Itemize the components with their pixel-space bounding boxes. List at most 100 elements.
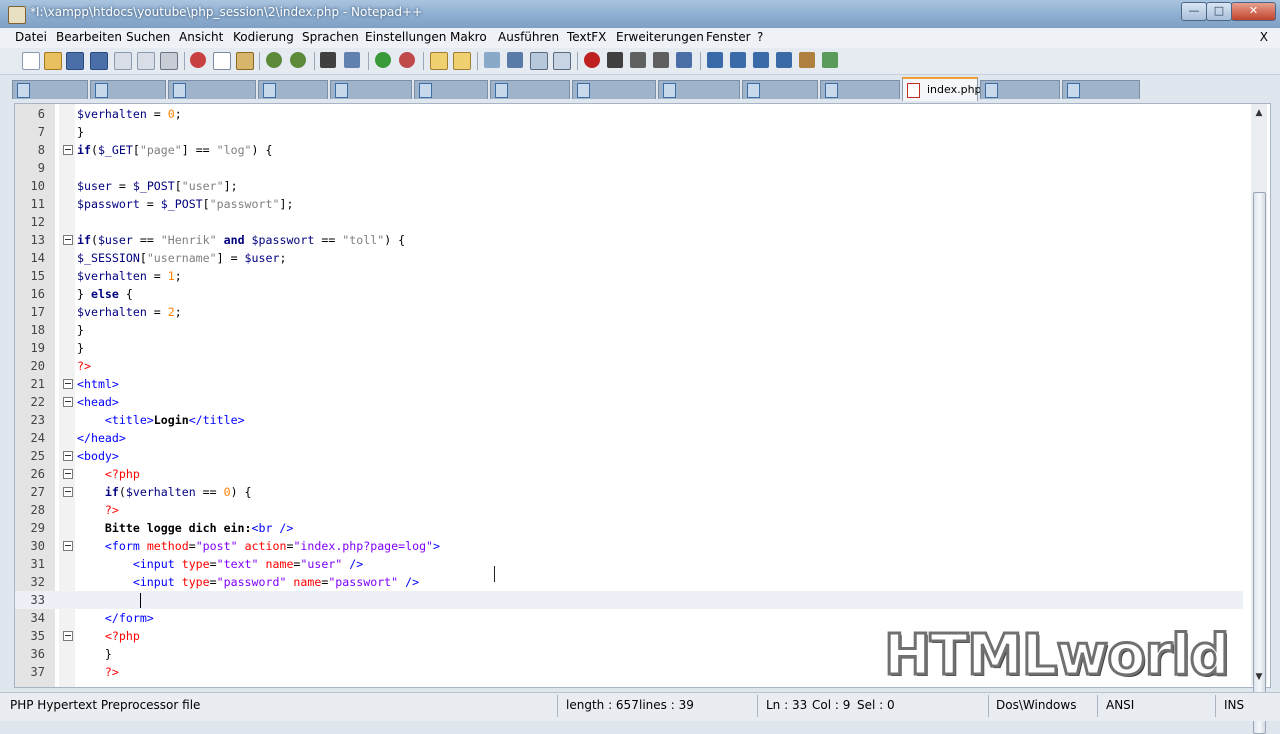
- code-text[interactable]: <input type="password" name="passwort" /…: [77, 573, 419, 591]
- code-line[interactable]: 8 if($_GET["page"] == "log") {: [15, 141, 1243, 159]
- fold-toggle-icon[interactable]: [63, 145, 73, 155]
- tab-index-php[interactable]: index.php: [902, 77, 982, 101]
- code-text[interactable]: }: [77, 645, 112, 663]
- code-text[interactable]: <body>: [77, 447, 119, 465]
- code-text[interactable]: <head>: [77, 393, 119, 411]
- menu-ansicht[interactable]: Ansicht: [179, 30, 223, 44]
- record-macro-icon[interactable]: [584, 52, 600, 68]
- save-icon[interactable]: [66, 52, 84, 70]
- code-text[interactable]: }: [77, 339, 84, 357]
- fold-toggle-icon[interactable]: [63, 541, 73, 551]
- fold-toggle-icon[interactable]: [63, 397, 73, 407]
- menu-fenster[interactable]: Fenster: [706, 30, 751, 44]
- close-all-icon[interactable]: [137, 52, 155, 70]
- code-line[interactable]: 21 <html>: [15, 375, 1243, 393]
- code-line[interactable]: 13 if($user == "Henrik" and $passwort == …: [15, 231, 1243, 249]
- document-tab[interactable]: [414, 80, 488, 99]
- close-window-button[interactable]: ✕: [1231, 2, 1276, 21]
- code-text[interactable]: <?php: [77, 465, 140, 483]
- textfx-icon-2[interactable]: [730, 52, 746, 68]
- code-text[interactable]: }: [77, 321, 84, 339]
- code-text[interactable]: ?>: [77, 663, 119, 681]
- open-file-icon[interactable]: [44, 52, 62, 70]
- code-line[interactable]: 30 <form method="post" action="index.php…: [15, 537, 1243, 555]
- code-line[interactable]: 19}: [15, 339, 1243, 357]
- save-macro-icon[interactable]: [676, 52, 692, 68]
- code-line[interactable]: 17 $verhalten = 2;: [15, 303, 1243, 321]
- code-text[interactable]: $verhalten = 0;: [77, 105, 182, 123]
- document-tab[interactable]: [658, 80, 740, 99]
- code-line[interactable]: 9: [15, 159, 1243, 177]
- textfx-icon-1[interactable]: [707, 52, 723, 68]
- close-file-icon[interactable]: [114, 52, 132, 70]
- code-text[interactable]: <html>: [77, 375, 119, 393]
- code-line[interactable]: 6 $verhalten = 0;: [15, 105, 1243, 123]
- document-tab[interactable]: [168, 80, 256, 99]
- code-text[interactable]: $passwort = $_POST["passwort"];: [77, 195, 293, 213]
- code-line[interactable]: 26 <?php: [15, 465, 1243, 483]
- fold-toggle-icon[interactable]: [63, 469, 73, 479]
- new-file-icon[interactable]: [22, 52, 40, 70]
- fold-toggle-icon[interactable]: [63, 631, 73, 641]
- stop-macro-icon[interactable]: [607, 52, 623, 68]
- code-line[interactable]: 11 $passwort = $_POST["passwort"];: [15, 195, 1243, 213]
- textfx-icon-3[interactable]: [753, 52, 769, 68]
- menu-help[interactable]: ?: [757, 30, 763, 44]
- code-line[interactable]: 33: [15, 591, 1243, 609]
- code-text[interactable]: ?>: [77, 501, 119, 519]
- code-line[interactable]: 14 $_SESSION["username"] = $user;: [15, 249, 1243, 267]
- code-text[interactable]: if($user == "Henrik" and $passwort == "t…: [77, 231, 405, 249]
- document-tab[interactable]: [742, 80, 818, 99]
- fold-toggle-icon[interactable]: [63, 487, 73, 497]
- minimize-button[interactable]: —: [1181, 2, 1207, 21]
- scroll-up-icon[interactable]: ▲: [1254, 108, 1264, 118]
- document-tab[interactable]: [330, 80, 412, 99]
- document-tab[interactable]: [820, 80, 900, 99]
- code-text[interactable]: </form>: [77, 609, 154, 627]
- code-text[interactable]: $_SESSION["username"] = $user;: [77, 249, 286, 267]
- spellcheck-icon[interactable]: [822, 52, 838, 68]
- fold-toggle-icon[interactable]: [63, 379, 73, 389]
- code-text[interactable]: if($_GET["page"] == "log") {: [77, 141, 273, 159]
- code-line[interactable]: 12: [15, 213, 1243, 231]
- sync-horizontal-icon[interactable]: [453, 52, 471, 70]
- code-line[interactable]: 10 $user = $_POST["user"];: [15, 177, 1243, 195]
- code-text[interactable]: <title>Login</title>: [77, 411, 245, 429]
- menu-makro[interactable]: Makro: [450, 30, 487, 44]
- scroll-down-icon[interactable]: ▼: [1254, 672, 1264, 682]
- code-text[interactable]: ?>: [77, 357, 91, 375]
- menu-bearbeiten[interactable]: Bearbeiten: [56, 30, 122, 44]
- play-macro-icon[interactable]: [630, 52, 646, 68]
- code-text[interactable]: <form method="post" action="index.php?pa…: [77, 537, 440, 555]
- document-tab[interactable]: [572, 80, 656, 99]
- zoom-out-icon[interactable]: [399, 52, 415, 68]
- replace-icon[interactable]: [344, 52, 360, 68]
- menu-suchen[interactable]: Suchen: [126, 30, 170, 44]
- user-lang-icon[interactable]: [553, 52, 571, 70]
- code-text[interactable]: } else {: [77, 285, 133, 303]
- menu-ausfuehren[interactable]: Ausführen: [498, 30, 559, 44]
- document-tab[interactable]: [980, 80, 1060, 99]
- code-text[interactable]: $verhalten = 1;: [77, 267, 182, 285]
- code-line[interactable]: 31 <input type="text" name="user" />: [15, 555, 1243, 573]
- document-tab[interactable]: [90, 80, 166, 99]
- indent-guide-icon[interactable]: [530, 52, 548, 70]
- code-line[interactable]: 24 </head>: [15, 429, 1243, 447]
- menu-datei[interactable]: Datei: [15, 30, 47, 44]
- code-text[interactable]: <?php: [77, 627, 140, 645]
- code-line[interactable]: 23 <title>Login</title>: [15, 411, 1243, 429]
- code-text[interactable]: }: [77, 123, 84, 141]
- save-all-icon[interactable]: [90, 52, 108, 70]
- maximize-button[interactable]: □: [1206, 2, 1232, 21]
- document-tab[interactable]: [12, 80, 88, 99]
- fold-toggle-icon[interactable]: [63, 235, 73, 245]
- code-line[interactable]: 18}: [15, 321, 1243, 339]
- menu-sprachen[interactable]: Sprachen: [302, 30, 359, 44]
- code-editor[interactable]: 6 $verhalten = 0; 7} 8 if($_GET["page"] == "…: [14, 103, 1271, 688]
- code-text[interactable]: Bitte logge dich ein:<br />: [77, 519, 293, 537]
- code-line[interactable]: 20 ?>: [15, 357, 1243, 375]
- code-line[interactable]: 22 <head>: [15, 393, 1243, 411]
- code-line[interactable]: 29 Bitte logge dich ein:<br />: [15, 519, 1243, 537]
- document-tab[interactable]: [490, 80, 570, 99]
- menu-textfx[interactable]: TextFX: [567, 30, 606, 44]
